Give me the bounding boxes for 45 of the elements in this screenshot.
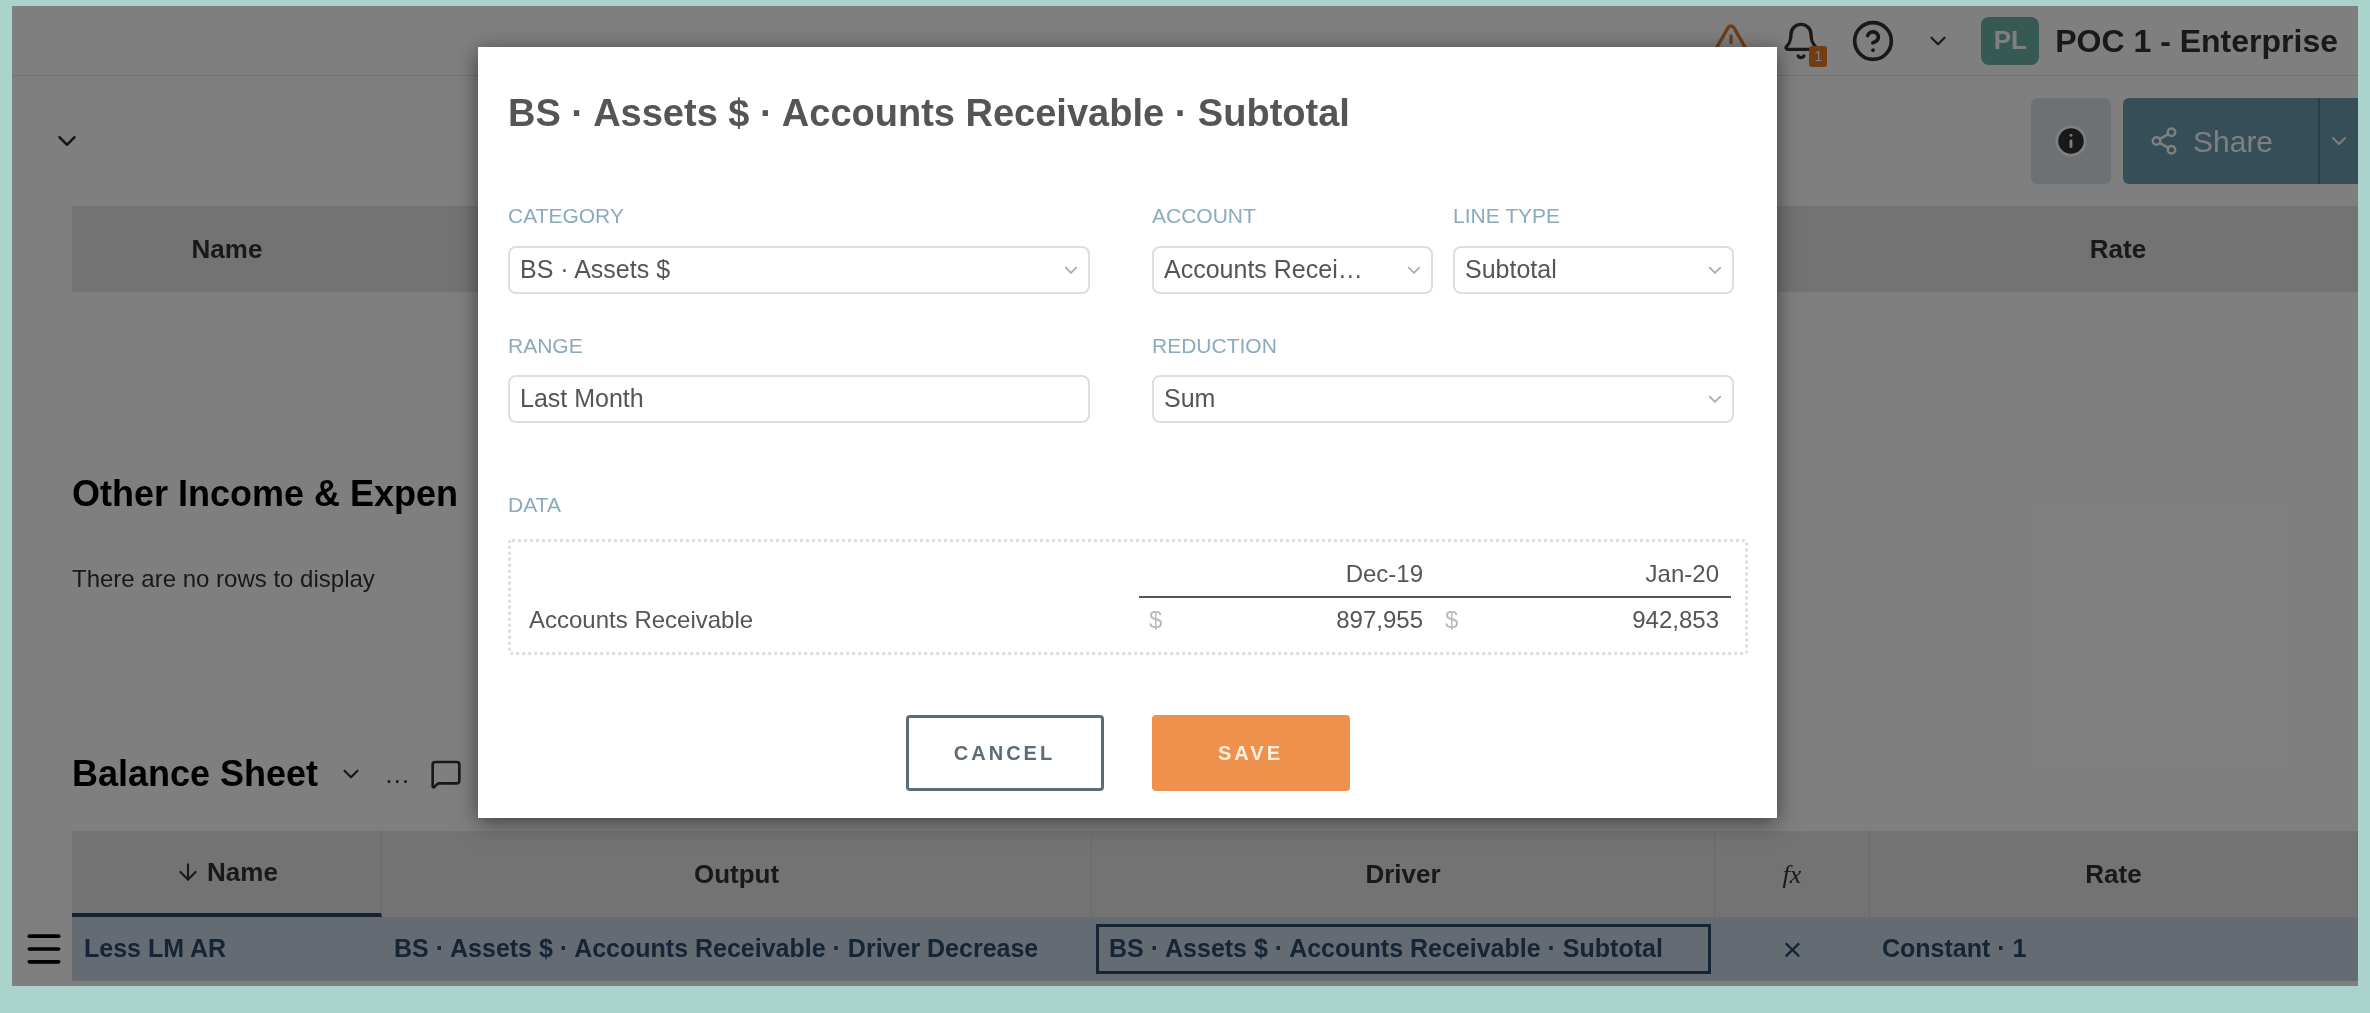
table-cell-text: Less LM AR: [83, 933, 228, 965]
share-button[interactable]: Share: [2123, 98, 2318, 184]
column-header[interactable]: Name: [72, 229, 382, 269]
chevron-icon: [1708, 265, 1722, 274]
field-label: CATEGORY: [508, 203, 625, 229]
field-label: ACCOUNT: [1152, 203, 1257, 229]
row-label: Accounts Receivable: [529, 604, 755, 635]
section-title: Other Income & Expen: [72, 472, 459, 516]
comment-icon[interactable]: [430, 758, 463, 790]
info-icon: [2054, 124, 2088, 158]
currency-symbol: $: [1445, 604, 1459, 635]
select-field[interactable]: BS · Assets $: [508, 245, 1090, 294]
dialog-title: BS · Assets $ · Accounts Receivable · Subtotal: [508, 91, 1351, 136]
share-icon: [2149, 126, 2179, 156]
column-header: Dec-19: [1344, 558, 1424, 589]
section-label: DATA: [508, 493, 561, 516]
column-header[interactable]: Rate: [1878, 229, 2358, 269]
chevron-icon: [1064, 265, 1078, 274]
field-label: REDUCTION: [1152, 332, 1278, 359]
info-button[interactable]: [2031, 98, 2111, 184]
field-label: RANGE: [508, 332, 584, 359]
cancel-button[interactable]: CANCEL: [905, 714, 1104, 791]
table-cell-text: 897,955: [1335, 604, 1423, 635]
empty-message: There are no rows to display: [72, 564, 375, 594]
section-title: Balance Sheet: [72, 752, 319, 796]
chevron-icon: [1708, 395, 1722, 403]
column-header: Jan-20: [1644, 558, 1720, 589]
chevron-icon: [1407, 265, 1421, 274]
avatar[interactable]: PL: [1981, 16, 2040, 65]
help-icon[interactable]: [1851, 18, 1896, 63]
table-cell[interactable]: BS · Assets $ · Accounts Receivable · Subtotal: [1096, 924, 1711, 974]
text-field[interactable]: Last Month: [508, 375, 1090, 423]
save-button[interactable]: SAVE: [1151, 714, 1350, 791]
table-cell-text: ×: [1781, 928, 1804, 970]
select-field[interactable]: Subtotal: [1453, 245, 1734, 294]
select-field[interactable]: Sum: [1152, 375, 1734, 423]
table-cell-text: Constant · 1: [1881, 933, 2028, 965]
table-cell-text: BS · Assets $ · Accounts Receivable · Driver Decrease: [393, 933, 1040, 965]
workspace-name[interactable]: POC 1 - Enterprise: [2055, 16, 2338, 65]
select-field[interactable]: Accounts Recei…: [1152, 245, 1433, 294]
notification-badge: 1: [1809, 45, 1828, 67]
field-label: LINE TYPE: [1453, 203, 1561, 229]
table-cell-text: 942,853: [1631, 604, 1719, 635]
currency-symbol: $: [1149, 604, 1163, 635]
more-menu[interactable]: …: [384, 754, 411, 794]
